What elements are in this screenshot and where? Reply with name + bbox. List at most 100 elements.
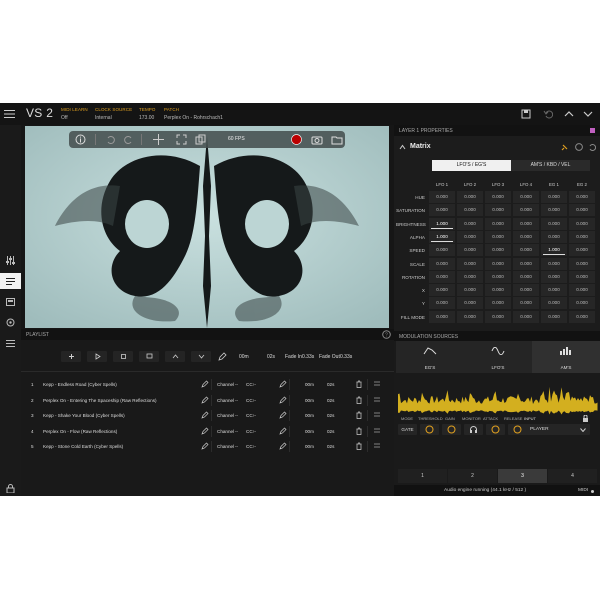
matrix-cell[interactable]: 0.000 — [457, 310, 483, 323]
cc-value[interactable]: -- — [253, 382, 256, 387]
trash-icon[interactable] — [355, 427, 363, 435]
playlist-row[interactable]: 1 Kepp - Endless Road (Cyber Spells) Chann… — [21, 377, 394, 392]
matrix-cell[interactable]: 0.000 — [541, 204, 567, 217]
list-icon[interactable] — [0, 335, 21, 351]
channel-value[interactable]: -- — [235, 444, 238, 449]
row-seconds[interactable]: 02s — [327, 382, 334, 387]
info-icon[interactable] — [75, 134, 86, 145]
matrix-cell[interactable]: 0.000 — [541, 310, 567, 323]
gain-knob[interactable] — [442, 424, 461, 435]
sliders-icon[interactable] — [0, 252, 21, 268]
trash-icon[interactable] — [355, 411, 363, 419]
page-1[interactable]: 1 — [398, 469, 447, 483]
row-seconds[interactable]: 02s — [327, 413, 334, 418]
input-select[interactable]: PLAYER — [526, 424, 590, 435]
move-down-button[interactable] — [191, 351, 211, 362]
channel-value[interactable]: -- — [235, 382, 238, 387]
matrix-cell[interactable]: 0.000 — [569, 297, 595, 310]
matrix-cell[interactable]: 1.000 — [429, 217, 455, 230]
headphones-icon[interactable] — [464, 424, 483, 435]
pencil-icon[interactable] — [201, 411, 209, 419]
matrix-cell[interactable]: 0.000 — [541, 270, 567, 283]
playlist-row[interactable]: 2 Perplex On - Entering The Spaceship (Ra… — [21, 393, 394, 408]
chevron-down-icon[interactable] — [582, 109, 594, 119]
page-2[interactable]: 2 — [448, 469, 497, 483]
threshold-knob[interactable] — [420, 424, 439, 435]
attack-knob[interactable] — [486, 424, 505, 435]
matrix-cell[interactable]: 0.000 — [429, 191, 455, 203]
cc-value[interactable]: -- — [253, 398, 256, 403]
matrix-cell[interactable]: 0.000 — [429, 257, 455, 270]
playlist-icon[interactable] — [0, 273, 21, 289]
cc-value[interactable]: -- — [253, 413, 256, 418]
trash-icon[interactable] — [355, 442, 363, 450]
row-seconds[interactable]: 02s — [327, 444, 334, 449]
pin-icon[interactable] — [561, 144, 568, 151]
matrix-cell[interactable]: 0.000 — [569, 284, 595, 297]
matrix-cell[interactable]: 0.000 — [513, 284, 539, 297]
matrix-cell[interactable]: 0.000 — [457, 297, 483, 310]
redo-icon[interactable] — [123, 134, 134, 145]
video-preview[interactable]: 60 FPS — [25, 126, 389, 328]
matrix-cell[interactable]: 0.000 — [457, 191, 483, 203]
move-up-button[interactable] — [165, 351, 185, 362]
pencil-icon[interactable] — [201, 380, 209, 388]
tempo-value[interactable]: 173.00 — [139, 115, 154, 121]
add-button[interactable] — [61, 351, 81, 362]
tab-ams[interactable]: AM'S — [532, 341, 600, 373]
row-seconds[interactable]: 02s — [327, 429, 334, 434]
undo-icon[interactable] — [543, 109, 553, 119]
camera-icon[interactable] — [311, 134, 323, 145]
matrix-cell[interactable]: 0.000 — [569, 191, 595, 203]
record-button[interactable] — [291, 134, 302, 145]
pencil-icon[interactable] — [201, 396, 209, 404]
matrix-cell[interactable]: 0.000 — [485, 257, 511, 270]
matrix-cell[interactable]: 0.000 — [485, 244, 511, 257]
matrix-cell[interactable]: 0.000 — [569, 244, 595, 257]
tab-lfos-egs[interactable]: LFO'S / EG'S — [432, 160, 511, 171]
matrix-cell[interactable]: 0.000 — [569, 257, 595, 270]
matrix-cell[interactable]: 0.000 — [513, 297, 539, 310]
reset-icon[interactable] — [588, 143, 596, 151]
matrix-cell[interactable]: 0.000 — [485, 310, 511, 323]
release-knob[interactable] — [508, 424, 527, 435]
drag-handle-icon[interactable] — [373, 427, 381, 435]
matrix-cell[interactable]: 0.000 — [541, 257, 567, 270]
matrix-cell[interactable]: 0.000 — [541, 297, 567, 310]
lock-icon[interactable] — [0, 480, 21, 496]
matrix-collapse-icon[interactable] — [399, 144, 406, 150]
matrix-cell[interactable]: 0.000 — [569, 270, 595, 283]
page-4[interactable]: 4 — [548, 469, 597, 483]
row-seconds[interactable]: 02s — [327, 398, 334, 403]
save-icon[interactable] — [521, 109, 531, 119]
matrix-cell[interactable]: 0.000 — [569, 204, 595, 217]
stop-button[interactable] — [113, 351, 133, 362]
matrix-cell[interactable]: 0.000 — [485, 230, 511, 243]
patch-value[interactable]: Perplex On - Rohrschach1 — [164, 115, 223, 121]
pencil-icon[interactable] — [279, 396, 287, 404]
matrix-cell[interactable]: 0.000 — [569, 217, 595, 230]
matrix-cell[interactable]: 1.000 — [541, 244, 567, 257]
fade-out-value[interactable]: 0.33s — [340, 354, 352, 360]
color-swatch[interactable] — [590, 128, 595, 133]
cc-value[interactable]: -- — [253, 444, 256, 449]
matrix-cell[interactable]: 0.000 — [429, 297, 455, 310]
row-minutes[interactable]: 00m — [305, 413, 314, 418]
lock-icon[interactable] — [582, 415, 589, 422]
help-icon[interactable] — [575, 143, 583, 151]
folder-icon[interactable] — [0, 293, 21, 309]
playlist-row[interactable]: 5 Kepp - Stone Cold Earth (Cyber Spells) C… — [21, 439, 394, 454]
row-minutes[interactable]: 00m — [305, 444, 314, 449]
matrix-cell[interactable]: 0.000 — [485, 297, 511, 310]
matrix-cell[interactable]: 0.000 — [429, 270, 455, 283]
matrix-cell[interactable]: 0.000 — [513, 191, 539, 203]
matrix-cell[interactable]: 0.000 — [457, 204, 483, 217]
matrix-cell[interactable]: 0.000 — [569, 230, 595, 243]
channel-value[interactable]: -- — [235, 413, 238, 418]
copy-icon[interactable] — [195, 134, 206, 145]
matrix-cell[interactable]: 0.000 — [513, 230, 539, 243]
matrix-cell[interactable]: 0.000 — [457, 270, 483, 283]
folder-icon[interactable] — [331, 134, 343, 145]
tab-lfos[interactable]: LFO'S — [464, 341, 532, 373]
clock-source-value[interactable]: Internal — [95, 115, 112, 121]
